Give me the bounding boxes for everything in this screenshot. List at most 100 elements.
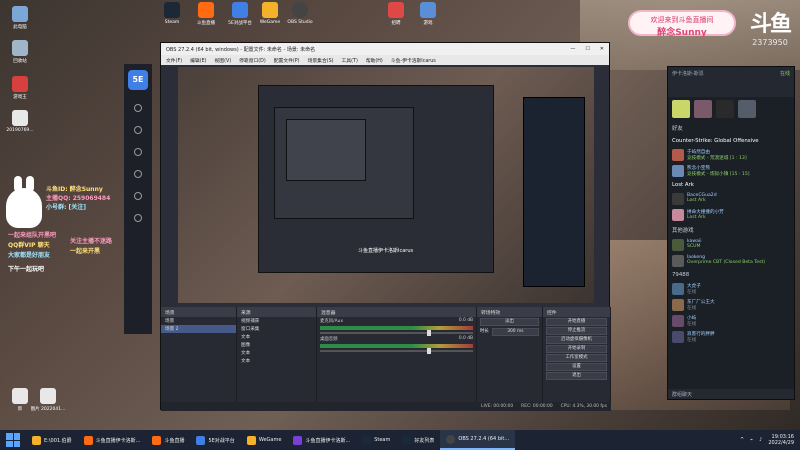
start-streaming-button[interactable]: 开始直播: [546, 318, 607, 326]
5e-logo-icon[interactable]: 5E: [128, 70, 148, 90]
friend-row[interactable]: 东厂厂公王大 在线: [668, 297, 794, 313]
menu-docks[interactable]: 停靠窗口(D): [239, 57, 266, 64]
system-tray: ^ ⌁ ♪ 19:03:16 2022/4/29: [740, 434, 800, 446]
studio-mode-button[interactable]: 工作室模式: [546, 354, 607, 362]
friend-row[interactable]: 大虎子 在线: [668, 281, 794, 297]
desktop-icon-image[interactable]: 图片 2022041...: [28, 388, 68, 412]
stop-stream-button[interactable]: 停止推流: [546, 327, 607, 335]
friend-row[interactable]: laokeng Overprime CBT (Closed Beta Test): [668, 253, 794, 269]
friend-row[interactable]: BaceCGua2d Lost Ark: [668, 191, 794, 207]
source-item[interactable]: 文本: [237, 349, 316, 357]
circle-icon[interactable]: [134, 170, 142, 178]
minimize-icon[interactable]: —: [570, 46, 575, 52]
chevron-up-icon[interactable]: ^: [740, 437, 744, 443]
avatar[interactable]: [716, 100, 734, 118]
avatar: [672, 209, 684, 221]
taskbar-item[interactable]: 斗鱼直播伊卡洛斯...: [78, 430, 147, 450]
5e-icon: [196, 435, 206, 445]
circle-icon[interactable]: [134, 104, 142, 112]
menu-file[interactable]: 文件(F): [166, 57, 182, 64]
volume-slider[interactable]: [320, 330, 473, 336]
desktop-icon-obs[interactable]: OBS Studio: [280, 2, 320, 25]
obs-window[interactable]: OBS 27.2.4 (64 bit, windows) - 配置文件: 未命名…: [160, 42, 611, 411]
taskbar-item[interactable]: WeGame: [241, 430, 288, 450]
desktop-icon-label: 图片 2022041...: [30, 407, 66, 412]
network-icon[interactable]: ⌁: [750, 437, 753, 443]
game-icon: [12, 76, 28, 92]
desktop-icon-games[interactable]: 游戏: [408, 2, 448, 26]
scenes-dock: 场景 场景 场景 2 ＋−∧∨: [161, 307, 237, 411]
avatar[interactable]: [694, 100, 712, 118]
steam-status[interactable]: 在线: [780, 70, 790, 77]
group-chat-button[interactable]: 群组聊天: [668, 389, 794, 399]
transition-select[interactable]: 淡出: [480, 318, 539, 326]
obs-titlebar[interactable]: OBS 27.2.4 (64 bit, windows) - 配置文件: 未命名…: [161, 43, 609, 55]
taskbar-item[interactable]: E:\001.伯爵: [26, 430, 78, 450]
steam-friends-window[interactable]: 伊卡洛斯-斯恩 在线 好友 Counter-Strike: Global Off…: [667, 66, 795, 400]
taskbar-item[interactable]: 斗鱼直播: [146, 430, 190, 450]
friend-row[interactable]: 小屿 在线: [668, 313, 794, 329]
desktop-icon-label: 游戏王: [13, 95, 27, 100]
desktop-icon-recycle-bin[interactable]: 回收站: [0, 40, 40, 64]
avatar[interactable]: [672, 100, 690, 118]
avatar: [672, 283, 684, 295]
obs-preview[interactable]: 斗鱼直播伊卡洛斯Icarus: [178, 67, 594, 303]
volume-slider[interactable]: [320, 348, 473, 354]
other-games-title: 其他游戏: [672, 228, 694, 234]
virtual-camera-button[interactable]: 启动虚拟摄像机: [546, 336, 607, 344]
channel-name: 麦克风/Aux: [320, 319, 344, 324]
desktop-icon-game[interactable]: 游戏王: [0, 76, 40, 100]
taskbar-item[interactable]: 斗鱼直播伊卡洛斯...: [287, 430, 356, 450]
taskbar-item[interactable]: 好友列表: [396, 430, 440, 450]
scene-item[interactable]: 场景: [161, 317, 236, 325]
friend-row[interactable]: 拼命大撞撞的小芳 Lost Ark: [668, 207, 794, 223]
rec-timer: REC: 00:00:00: [521, 404, 553, 409]
game-group-title: Counter-Strike: Global Offensive: [672, 138, 759, 144]
clock-date: 2022/4/29: [768, 440, 794, 446]
taskbar-item[interactable]: Steam: [356, 430, 396, 450]
taskbar-item[interactable]: 5E对战平台: [190, 430, 240, 450]
exit-button[interactable]: 退出: [546, 372, 607, 380]
menu-profile[interactable]: 配置文件(P): [274, 57, 300, 64]
desktop-icon-file[interactable]: 20190769...: [0, 110, 40, 133]
game-group-title: Lost Ark: [672, 182, 694, 188]
menu-douyu[interactable]: 斗鱼-伊卡洛斯Icarus: [391, 57, 436, 64]
friend-row[interactable]: 熊念小宝熊 竞技模式 - 炼狱小镇 [15 : 15]: [668, 163, 794, 179]
start-recording-button[interactable]: 开始录制: [546, 345, 607, 353]
circle-icon[interactable]: [134, 126, 142, 134]
avatar: [672, 299, 684, 311]
taskbar-item-active[interactable]: OBS 27.2.4 (64 bit...: [440, 430, 516, 450]
source-item[interactable]: 文本: [237, 333, 316, 341]
friend-row[interactable]: 于屿然自由 竞技模式 - 荒漠迷城 [1 : 13]: [668, 147, 794, 163]
scene-item[interactable]: 场景 2: [161, 325, 236, 333]
menu-edit[interactable]: 编辑(E): [190, 57, 206, 64]
source-item[interactable]: 文本: [237, 357, 316, 365]
friends-section-title[interactable]: 好友: [668, 121, 794, 135]
settings-button[interactable]: 设置: [546, 363, 607, 371]
duration-input[interactable]: 300 ms: [491, 328, 539, 336]
desktop-icon-label: 20190769...: [6, 128, 34, 133]
volume-icon[interactable]: ♪: [759, 437, 762, 443]
source-item[interactable]: 窗口采集: [237, 325, 316, 333]
settings-icon[interactable]: [134, 214, 142, 222]
menu-view[interactable]: 视图(V): [214, 57, 231, 64]
desktop-icon-label: 回收站: [13, 59, 27, 64]
close-icon[interactable]: ✕: [600, 46, 604, 52]
wegame-icon: [246, 435, 256, 445]
source-item[interactable]: 图像: [237, 341, 316, 349]
friend-row[interactable]: 浪客行的胖胖 在线: [668, 329, 794, 345]
source-item[interactable]: 视频捕获: [237, 317, 316, 325]
menu-scene-collection[interactable]: 场景集合(S): [308, 57, 334, 64]
steam-username[interactable]: 伊卡洛斯-斯恩: [672, 71, 704, 77]
menu-tools[interactable]: 工具(T): [342, 57, 358, 64]
desktop-icon-computer[interactable]: 此电脑: [0, 6, 40, 30]
search-icon[interactable]: [134, 192, 142, 200]
friend-row[interactable]: kawaii SCUM: [668, 237, 794, 253]
clock[interactable]: 19:03:16 2022/4/29: [768, 434, 794, 446]
menu-help[interactable]: 帮助(H): [366, 57, 383, 64]
avatar[interactable]: [738, 100, 756, 118]
circle-icon[interactable]: [134, 148, 142, 156]
start-button[interactable]: [6, 433, 20, 447]
desktop-icon-label: 新: [17, 407, 23, 412]
maximize-icon[interactable]: ☐: [585, 46, 589, 52]
